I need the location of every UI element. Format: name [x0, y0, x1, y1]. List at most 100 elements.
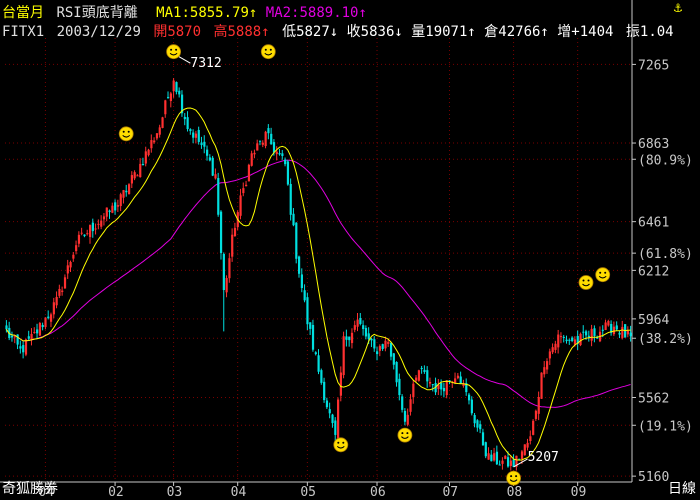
- candle-body: [222, 253, 225, 291]
- candle-body: [91, 222, 94, 232]
- candle-body: [387, 341, 390, 344]
- candle-body: [573, 339, 577, 345]
- candle-body: [367, 333, 370, 340]
- candle-body: [484, 442, 487, 457]
- candle-body: [130, 175, 133, 184]
- candle-body: [270, 133, 273, 145]
- candle-body: [626, 330, 630, 335]
- smiley-eye: [170, 48, 173, 51]
- smiley-icon: [333, 437, 349, 453]
- candle-body: [228, 258, 231, 279]
- candle-body: [417, 370, 421, 381]
- smiley-icon: [578, 275, 594, 290]
- candle-body: [295, 222, 298, 259]
- indicator-name[interactable]: RSI頭底背離: [56, 5, 137, 21]
- header-row-1: 台當月 RSI頭底背離 MA1:5855.79↑ MA2:5889.10↑: [2, 2, 367, 22]
- candle-body: [353, 325, 356, 330]
- candle-body: [532, 420, 535, 435]
- oi-change-value: 增+1404: [557, 24, 614, 40]
- candle-body: [233, 227, 237, 237]
- open-value: 開5870: [153, 24, 202, 40]
- candle-body: [155, 133, 159, 139]
- candle-body: [203, 141, 206, 147]
- grid-lines: [0, 0, 633, 483]
- candle-body: [585, 331, 588, 336]
- candle-body: [242, 188, 245, 194]
- smiley-eye: [587, 279, 590, 282]
- candle-body: [225, 278, 228, 293]
- candle-body: [24, 339, 28, 355]
- amplitude-value: 振1.04: [625, 24, 674, 40]
- candle-body: [384, 340, 387, 349]
- y-tick-label: (61.8%): [638, 247, 693, 262]
- candle-body: [116, 205, 120, 207]
- candle-body: [111, 205, 114, 213]
- candle-body: [86, 233, 89, 235]
- smiley-eye: [127, 130, 130, 133]
- candle-body: [164, 100, 167, 115]
- candle-body: [47, 316, 50, 319]
- y-tick-label: 7265: [638, 58, 669, 73]
- x-tick-label: 02: [108, 485, 124, 500]
- smiley-icon: [506, 470, 521, 486]
- candle-body: [445, 380, 448, 396]
- candle-body: [114, 202, 117, 211]
- candle-body: [314, 352, 317, 355]
- candle-body: [61, 290, 64, 292]
- candle-body: [540, 372, 543, 399]
- smiley-face: [118, 126, 134, 142]
- header-row-2: FITX1 2003/12/29 開5870 高5888↑ 低5827↓ 收58…: [2, 21, 674, 40]
- candle-body: [534, 410, 538, 419]
- price-chart[interactable]: 7265 6863(80.9%) 6461 (61.8%) 6212 5964 (38.2%…: [0, 0, 700, 500]
- smiley-eye: [406, 432, 409, 435]
- candle-body: [153, 140, 156, 143]
- anchor-icon[interactable]: ⚓: [674, 0, 682, 16]
- smiley-face: [506, 470, 521, 486]
- smiley-eye: [515, 475, 518, 478]
- candle-body: [256, 143, 259, 151]
- period-label[interactable]: 日線: [668, 478, 696, 498]
- candle-body: [175, 82, 178, 92]
- candle-body: [546, 361, 549, 370]
- candle-body: [102, 216, 106, 220]
- candle-body: [206, 149, 209, 156]
- candle-body: [526, 442, 529, 448]
- candle-body: [559, 336, 563, 338]
- candle-body: [311, 325, 315, 350]
- candle-body: [267, 128, 270, 134]
- smiley-face: [260, 44, 276, 60]
- candle-body: [49, 314, 53, 322]
- candle-body: [337, 399, 340, 439]
- symbol: FITX1: [2, 24, 45, 40]
- y-tick-label: 5160: [638, 470, 669, 485]
- candle-body: [381, 344, 384, 350]
- candle-body: [529, 436, 532, 442]
- candle-body: [596, 337, 599, 339]
- candle-body: [133, 172, 136, 179]
- candle-body: [125, 190, 128, 193]
- candle-body: [403, 410, 407, 422]
- candle-body: [258, 140, 262, 142]
- candle-body: [208, 157, 212, 161]
- candle-body: [621, 326, 624, 338]
- candle-body: [245, 184, 248, 187]
- candle-body: [373, 339, 376, 349]
- y-tick-label: (80.9%): [638, 153, 693, 168]
- candle-body: [395, 361, 398, 383]
- candle-body: [186, 117, 189, 130]
- candle-body: [498, 464, 501, 466]
- candle-body: [481, 432, 485, 446]
- candle-body: [88, 225, 92, 238]
- y-tick-label: 5964: [638, 313, 669, 328]
- candle-body: [158, 127, 161, 135]
- candle-body: [440, 382, 443, 390]
- candle-body: [63, 277, 67, 289]
- candle-body: [359, 317, 362, 324]
- y-tick-label: (19.1%): [638, 419, 693, 434]
- candle-body: [334, 420, 337, 435]
- candle-body: [77, 234, 81, 244]
- candle-body: [94, 228, 97, 230]
- x-axis: 04 02 03 04 05 06 07 08 09: [38, 482, 586, 500]
- candle-body: [172, 80, 175, 92]
- candle-body: [239, 195, 242, 216]
